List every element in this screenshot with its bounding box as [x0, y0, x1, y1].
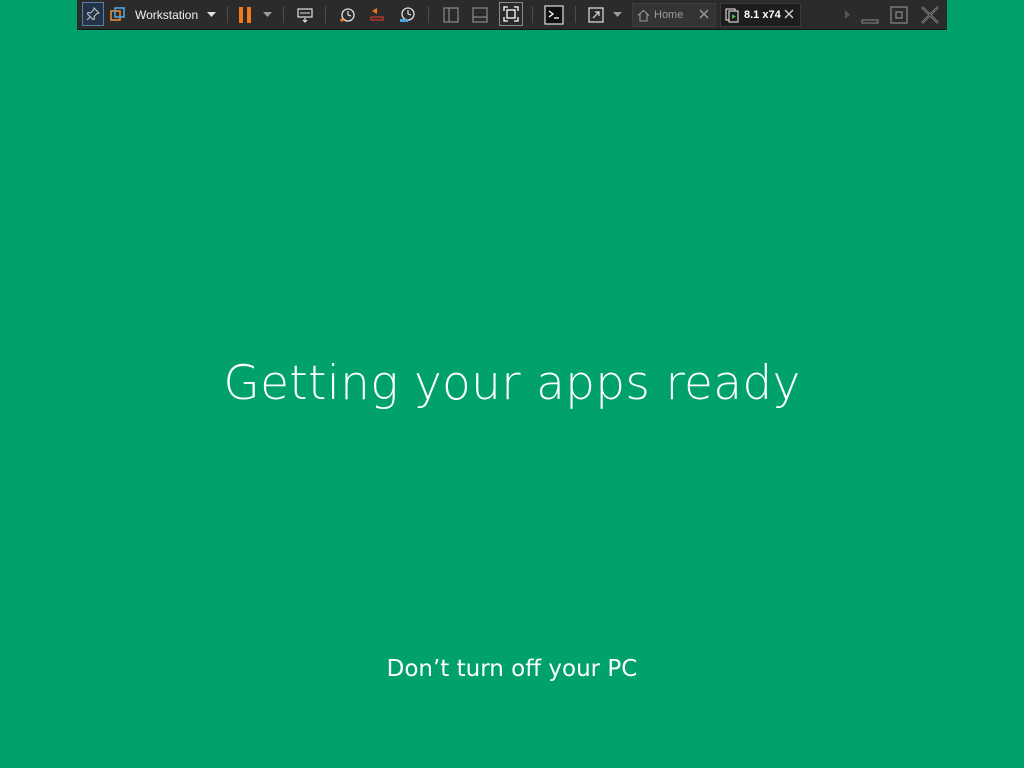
restore-icon — [890, 5, 908, 24]
stretch-guest-button[interactable] — [585, 0, 607, 29]
console-icon — [544, 4, 564, 25]
close-tab-icon[interactable] — [698, 8, 710, 23]
home-icon — [637, 9, 650, 22]
take-snapshot-button[interactable] — [336, 0, 358, 29]
close-button[interactable] — [918, 0, 942, 29]
minimize-icon — [861, 6, 879, 24]
setup-subline: Don’t turn off your PC — [386, 656, 638, 682]
toolbar-separator — [532, 6, 533, 23]
restore-button[interactable] — [888, 0, 910, 29]
toolbar-separator — [325, 6, 326, 23]
vmware-fullscreen-toolbar: Workstation Home 8.1 x74 — [77, 0, 947, 30]
thumbnail-bar-icon — [471, 6, 489, 24]
pin-toolbar-button[interactable] — [82, 2, 104, 26]
minimize-button[interactable] — [859, 0, 881, 29]
pin-icon — [86, 7, 100, 21]
setup-headline: Getting your apps ready — [223, 356, 801, 411]
tab-home-label: Home — [654, 9, 684, 21]
vmware-logo-icon — [110, 6, 126, 23]
toolbar-separator — [283, 6, 284, 23]
snapshot-manager-button[interactable] — [396, 0, 418, 29]
scroll-tabs-right[interactable] — [843, 0, 853, 29]
scroll-right-icon — [845, 10, 851, 19]
workstation-menu-label[interactable]: Workstation — [135, 0, 205, 29]
power-dropdown[interactable] — [260, 0, 274, 29]
close-icon — [920, 5, 940, 25]
fullscreen-button[interactable] — [499, 2, 523, 26]
revert-snapshot-icon — [368, 6, 386, 24]
workstation-menu-button[interactable] — [108, 0, 128, 29]
toolbar-separator — [575, 6, 576, 23]
library-icon — [442, 6, 460, 24]
dropdown-arrow-icon — [206, 11, 216, 18]
toolbar-separator — [227, 6, 228, 23]
dropdown-arrow-icon — [262, 11, 272, 18]
thumbnail-bar-button[interactable] — [469, 0, 491, 29]
snapshot-manager-icon — [398, 6, 416, 24]
show-library-button[interactable] — [440, 0, 462, 29]
vm-screen: Workstation Home 8.1 x74 Getting your ap… — [0, 0, 1024, 768]
dropdown-arrow-icon — [612, 11, 622, 18]
vm-icon — [725, 7, 740, 23]
toolbar-separator — [428, 6, 429, 23]
workstation-dropdown[interactable] — [204, 0, 218, 29]
tab-home[interactable]: Home — [632, 3, 716, 27]
tab-vm-label: 8.1 x74 — [744, 9, 781, 21]
pause-icon — [238, 6, 252, 24]
revert-snapshot-button[interactable] — [366, 0, 388, 29]
stretch-dropdown[interactable] — [610, 0, 624, 29]
send-ctrl-alt-del-button[interactable] — [294, 0, 316, 29]
stretch-icon — [587, 6, 605, 24]
console-view-button[interactable] — [542, 0, 566, 29]
close-tab-icon[interactable] — [783, 8, 795, 23]
send-keys-icon — [296, 6, 314, 24]
pause-button[interactable] — [235, 0, 255, 29]
tab-vm[interactable]: 8.1 x74 — [720, 3, 801, 27]
fullscreen-icon — [502, 5, 520, 23]
snapshot-icon — [338, 6, 356, 24]
